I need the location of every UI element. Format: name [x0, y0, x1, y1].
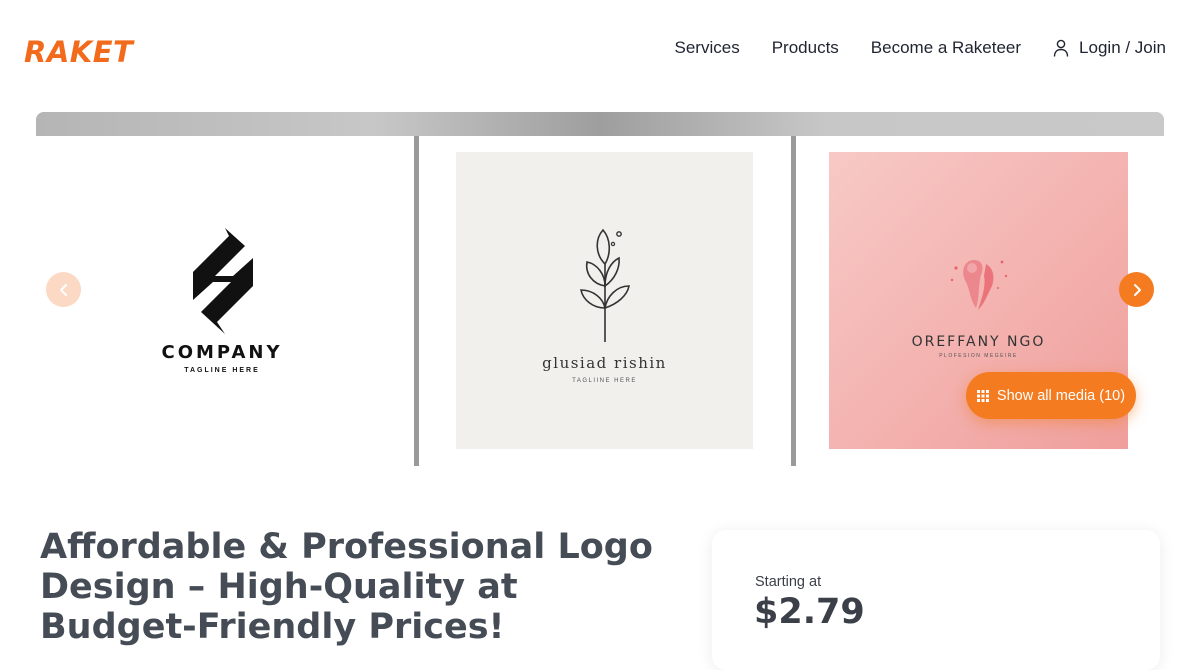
- logo-text: RAKET: [24, 35, 134, 69]
- show-all-media-button[interactable]: Show all media (10): [966, 372, 1136, 419]
- page-title: Affordable & Professional Logo Design – …: [40, 527, 653, 647]
- gallery-slide[interactable]: glusiad rishin TAGLIINE HERE: [414, 136, 786, 466]
- main-nav: Services Products Become a Raketeer Logi…: [675, 38, 1166, 58]
- nav-services[interactable]: Services: [675, 38, 740, 58]
- abstract-figure-icon: [950, 260, 1007, 310]
- sample-brand-name: COMPANY: [161, 342, 283, 363]
- pricing-card: Starting at $2.79: [712, 530, 1160, 670]
- login-join-link[interactable]: Login / Join: [1053, 38, 1166, 58]
- sample-brand-name: glusiad rishin: [542, 354, 667, 372]
- price-value: $2.79: [754, 592, 865, 632]
- chevron-right-icon: [1133, 283, 1141, 296]
- login-join-label: Login / Join: [1079, 38, 1166, 57]
- sample-tagline: TAGLINE HERE: [184, 367, 260, 374]
- sample-brand-name: OREFFANY NGO: [911, 334, 1046, 350]
- nav-products[interactable]: Products: [772, 38, 839, 58]
- chevron-left-icon: [59, 283, 67, 296]
- show-all-media-label: Show all media (10): [996, 387, 1126, 404]
- leaf-branch-icon: [579, 228, 630, 342]
- company-logo-sample: COMPANY TAGLINE HERE: [36, 136, 408, 466]
- site-header: RAKET Services Products Become a Raketee…: [0, 0, 1200, 100]
- user-icon: [1053, 39, 1069, 57]
- company-mark-icon: [193, 228, 253, 334]
- price-label: Starting at: [755, 574, 822, 590]
- gallery-next-button[interactable]: [1119, 272, 1154, 307]
- gallery-prev-button[interactable]: [46, 272, 81, 307]
- nav-become-raketeer[interactable]: Become a Raketeer: [871, 38, 1021, 58]
- grid-icon: [976, 389, 989, 402]
- sample-tagline: TAGLIINE HERE: [572, 378, 637, 384]
- botanical-logo-sample: glusiad rishin TAGLIINE HERE: [456, 152, 753, 449]
- sample-tagline: PLOFESION MEGEIRE: [939, 353, 1018, 359]
- gallery-backdrop: [36, 112, 1164, 136]
- gallery-slide[interactable]: COMPANY TAGLINE HERE: [36, 136, 408, 466]
- raket-logo[interactable]: RAKET: [24, 35, 133, 69]
